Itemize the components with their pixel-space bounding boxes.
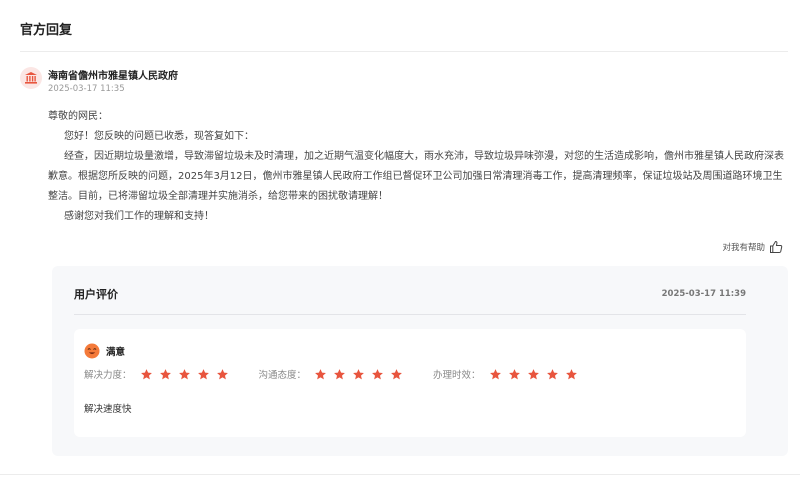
star-icon — [527, 368, 539, 379]
mood-row: 满意 — [84, 343, 125, 359]
evaluation-panel: 用户评价 2025-03-17 11:39 满意 解决力度： 沟通态度： 办理时… — [52, 266, 788, 456]
evaluation-title: 用户评价 — [74, 288, 118, 301]
rating-label: 沟通态度： — [258, 370, 307, 381]
section-divider — [20, 51, 788, 52]
star-icon — [565, 368, 577, 379]
helpful-label: 对我有帮助 — [722, 243, 765, 253]
reply-intro: 您好！您反映的问题已收悉，现答复如下： — [64, 131, 254, 142]
rating-label: 解决力度： — [84, 370, 132, 381]
star-rating — [314, 368, 403, 381]
government-building-icon — [25, 72, 37, 84]
org-avatar — [20, 67, 42, 89]
org-name: 海南省儋州市雅星镇人民政府 — [48, 71, 178, 82]
reply-time: 2025-03-17 11:35 — [48, 84, 125, 94]
rating-timeliness: 办理时效： — [433, 367, 578, 381]
reply-closing: 感谢您对我们工作的理解和支持！ — [64, 211, 214, 222]
star-icon — [489, 368, 501, 379]
star-rating — [489, 368, 578, 381]
star-icon — [372, 368, 383, 379]
rating-row: 解决力度： 沟通态度： 办理时效： — [84, 367, 608, 381]
evaluation-comment: 解决速度快 — [84, 404, 132, 415]
star-icon — [159, 368, 171, 379]
star-rating — [140, 368, 229, 381]
star-icon — [353, 368, 364, 379]
official-reply-title: 官方回复 — [20, 23, 73, 38]
star-icon — [315, 368, 326, 379]
star-icon — [391, 368, 402, 379]
evaluation-time: 2025-03-17 11:39 — [661, 289, 746, 299]
star-icon — [197, 368, 209, 379]
star-icon — [140, 368, 152, 379]
star-icon — [334, 368, 345, 379]
reply-content: 经查，因近期垃圾量激增，导致滞留垃圾未及时清理，加之近期气温变化幅度大，雨水充沛… — [48, 151, 784, 202]
reply-greeting: 尊敬的网民： — [48, 111, 108, 122]
smiley-face-icon — [84, 343, 100, 359]
star-icon — [178, 368, 190, 379]
evaluation-divider — [74, 314, 746, 315]
star-icon — [508, 368, 520, 379]
helpful-button[interactable]: 对我有帮助 — [722, 240, 783, 254]
star-icon — [546, 368, 558, 379]
rating-attitude: 沟通态度： — [259, 367, 404, 381]
star-icon — [216, 368, 228, 379]
bottom-divider — [0, 474, 800, 475]
thumbs-up-icon — [770, 241, 783, 253]
rating-label: 办理时效： — [433, 370, 481, 381]
mood-label: 满意 — [106, 347, 126, 358]
rating-resolution: 解决力度： — [84, 367, 229, 381]
reply-body: 尊敬的网民： 您好！您反映的问题已收悉，现答复如下： 经查，因近期垃圾量激增，导… — [48, 107, 788, 227]
evaluation-card: 满意 解决力度： 沟通态度： 办理时效： 解决速度快 — [74, 329, 746, 437]
